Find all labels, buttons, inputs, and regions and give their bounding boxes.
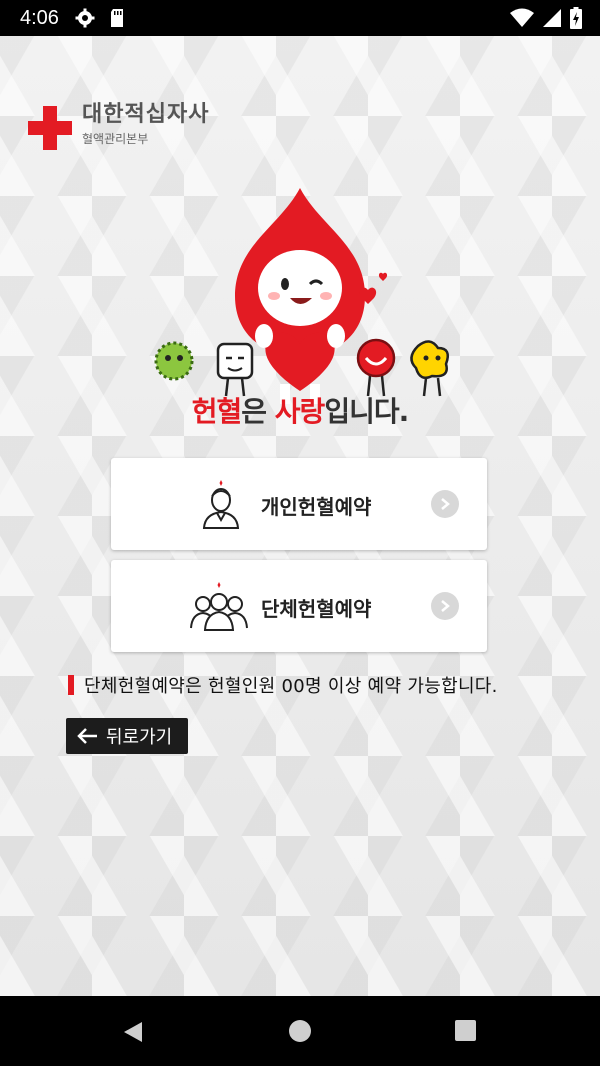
back-button[interactable]: 뒤로가기 (66, 718, 188, 754)
group-donation-reservation-button[interactable]: 단체헌혈예약 (111, 560, 487, 652)
slogan: 헌혈은 사랑입니다. (0, 390, 600, 430)
gear-icon (75, 8, 95, 28)
back-button-label: 뒤로가기 (106, 727, 173, 748)
status-bar: 4:06 (0, 0, 600, 36)
notice-text: 단체헌혈예약은 헌혈인원 00명 이상 예약 가능합니다. (84, 676, 498, 697)
group-reservation-notice: 단체헌혈예약은 헌혈인원 00명 이상 예약 가능합니다. (68, 672, 498, 698)
slogan-highlight-1: 헌혈 (191, 395, 243, 428)
slogan-text-1: 은 (241, 395, 275, 428)
red-cross-icon (28, 106, 72, 150)
nav-back-icon[interactable] (122, 1020, 144, 1044)
logo-subtitle: 혈액관리본부 (82, 132, 149, 146)
logo-title: 대한적십자사 (82, 102, 210, 127)
group-donation-label: 단체헌혈예약 (261, 597, 372, 621)
mascot-illustration (154, 188, 449, 404)
person-icon (202, 480, 240, 529)
battery-charging-icon (570, 7, 582, 29)
personal-donation-reservation-button[interactable]: 개인헌혈예약 (111, 458, 487, 550)
nav-recent-apps-icon[interactable] (455, 1020, 476, 1041)
logo: 대한적십자사 혈액관리본부 (28, 102, 209, 150)
slogan-text-2: 입니다. (324, 395, 409, 428)
main-content: 대한적십자사 혈액관리본부 헌혈은 사랑입니다. 개인헌혈예약 단체헌혈예약 단… (0, 36, 600, 996)
nav-home-icon[interactable] (289, 1020, 311, 1042)
wifi-icon (510, 8, 534, 27)
notice-marker (68, 675, 74, 695)
status-time: 4:06 (20, 6, 59, 29)
chevron-right-icon (431, 592, 459, 620)
personal-donation-label: 개인헌혈예약 (261, 495, 372, 519)
navigation-bar (0, 996, 600, 1066)
slogan-highlight-2: 사랑 (274, 395, 326, 428)
signal-icon (543, 9, 561, 27)
arrow-left-icon (77, 728, 97, 744)
group-icon (190, 582, 248, 631)
sd-card-icon (110, 9, 123, 27)
chevron-right-icon (431, 490, 459, 518)
